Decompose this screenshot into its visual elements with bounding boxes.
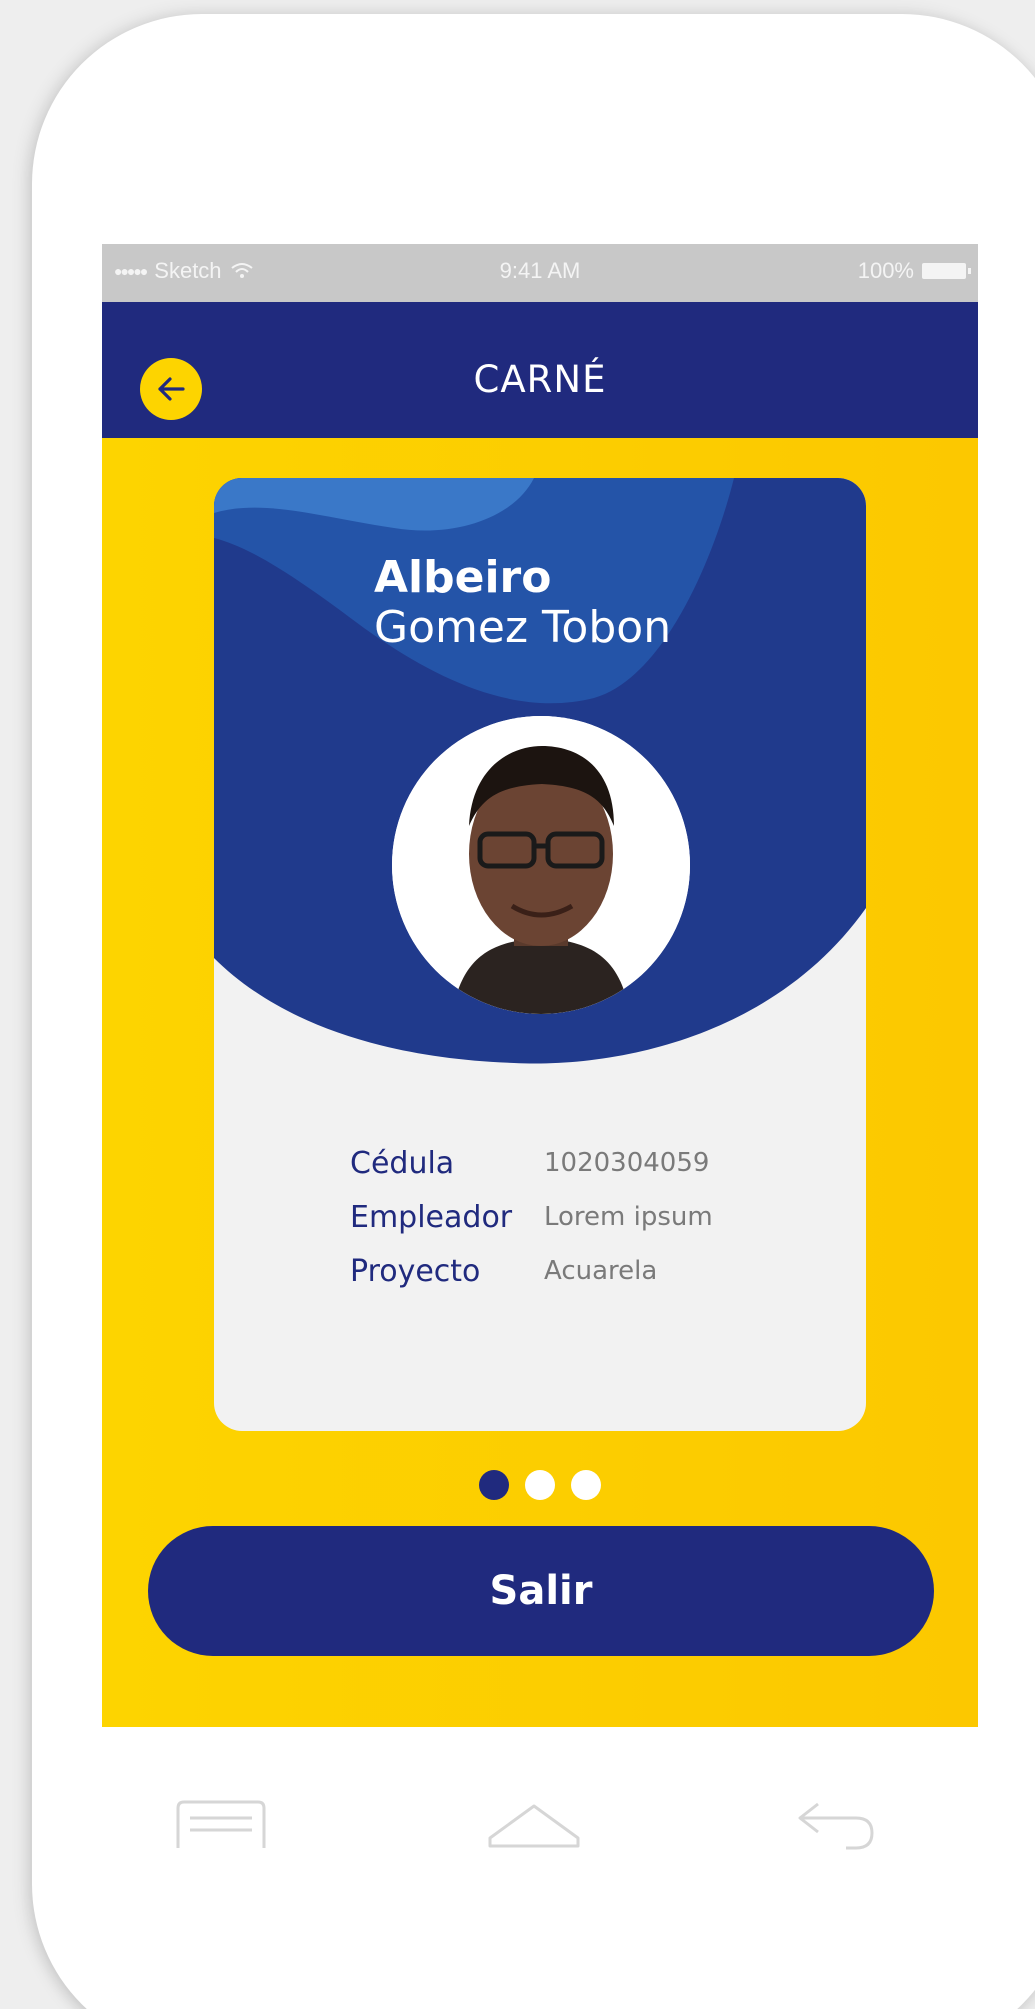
exit-button[interactable]: Salir [148, 1526, 934, 1656]
system-nav-bar [0, 1800, 1035, 1880]
battery-percent: 100% [857, 258, 914, 283]
info-row-empleador: Empleador Lorem ipsum [350, 1190, 713, 1244]
status-time: 9:41 AM [499, 258, 581, 283]
app-screen: ●●●●● Sketch 9:41 AM 100% CARNÉ Albeiro … [102, 244, 978, 1727]
status-bar: ●●●●● Sketch 9:41 AM 100% [102, 244, 978, 302]
page-dot[interactable] [571, 1470, 601, 1500]
last-name: Gomez Tobon [374, 602, 672, 653]
info-row-proyecto: Proyecto Acuarela [350, 1244, 713, 1298]
menu-icon[interactable] [176, 1800, 266, 1850]
info-value: Acuarela [544, 1256, 658, 1286]
page-indicator [102, 1470, 978, 1500]
info-value: Lorem ipsum [544, 1202, 713, 1232]
avatar [392, 716, 690, 1014]
first-name: Albeiro [374, 552, 552, 603]
info-row-cedula: Cédula 1020304059 [350, 1136, 713, 1190]
info-label: Cédula [350, 1145, 455, 1181]
app-header: CARNÉ [102, 302, 978, 438]
card-info: Cédula 1020304059 Empleador Lorem ipsum … [350, 1136, 713, 1298]
back-icon[interactable] [796, 1800, 876, 1850]
battery-icon [922, 263, 971, 279]
user-photo [392, 716, 690, 1014]
page-dot[interactable] [479, 1470, 509, 1500]
page-dot[interactable] [525, 1470, 555, 1500]
info-value: 1020304059 [544, 1148, 710, 1178]
page-title: CARNÉ [473, 358, 607, 401]
info-label: Empleador [350, 1199, 513, 1235]
id-card[interactable]: Albeiro Gomez Tobon Cédula 1020304059 Em… [214, 478, 866, 1431]
status-right: 100% [857, 258, 971, 284]
home-icon[interactable] [486, 1800, 582, 1850]
info-label: Proyecto [350, 1253, 481, 1289]
